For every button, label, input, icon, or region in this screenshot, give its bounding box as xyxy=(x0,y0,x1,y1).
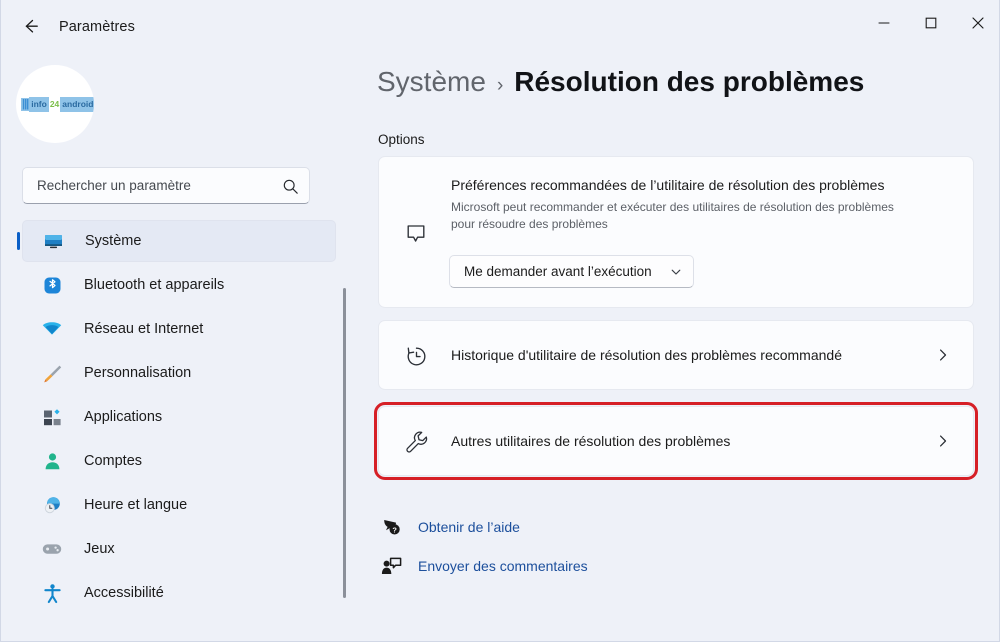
card-troubleshooter-history[interactable]: Historique d'utilitaire de résolution de… xyxy=(378,320,974,390)
breadcrumb-parent[interactable]: Système xyxy=(377,66,486,98)
wrench-icon xyxy=(401,427,431,457)
wifi-icon xyxy=(40,318,64,340)
close-icon xyxy=(971,17,984,29)
gamepad-icon xyxy=(40,538,64,560)
card-other-troubleshooters[interactable]: Autres utilitaires de résolution des pro… xyxy=(374,402,978,480)
feedback-icon xyxy=(378,555,404,577)
avatar-logo-android: android xyxy=(60,96,94,112)
sidebar-item-personnalisation[interactable]: Personnalisation xyxy=(22,352,336,394)
sidebar-item-label: Bluetooth et appareils xyxy=(84,277,225,293)
back-button[interactable] xyxy=(13,12,49,40)
paintbrush-icon xyxy=(40,363,64,384)
clock-globe-icon xyxy=(40,495,64,516)
bluetooth-icon xyxy=(40,275,64,296)
main-content: Système › Résolution des problèmes Optio… xyxy=(353,48,999,641)
maximize-icon xyxy=(925,17,936,29)
sidebar-item-label: Comptes xyxy=(84,453,143,469)
search-box[interactable] xyxy=(22,167,310,204)
help-bubble-icon: ? xyxy=(378,516,404,538)
sidebar-item-reseau[interactable]: Réseau et Internet xyxy=(22,308,336,350)
sidebar-item-label: Personnalisation xyxy=(84,365,192,381)
search-input[interactable] xyxy=(35,177,279,194)
avatar-logo-info: info xyxy=(29,96,49,112)
sidebar-item-label: Applications xyxy=(84,409,163,425)
sidebar-scrollbar[interactable] xyxy=(343,288,346,598)
window-controls xyxy=(860,0,999,46)
sidebar-item-heure[interactable]: Heure et langue xyxy=(22,484,336,526)
avatar-logo: ||| info 24 android xyxy=(21,96,94,112)
minimize-icon xyxy=(877,22,890,24)
footer-links: ? Obtenir de l’aide Envoyer des commenta… xyxy=(378,512,778,590)
link-get-help[interactable]: ? Obtenir de l’aide xyxy=(378,512,520,542)
minimize-button[interactable] xyxy=(860,0,907,46)
troubleshooter-preference-dropdown[interactable]: Me demander avant l’exécution xyxy=(449,255,694,288)
avatar-logo-mid: 24 xyxy=(48,97,61,111)
avatar[interactable]: ||| info 24 android xyxy=(16,65,94,143)
section-label-options: Options xyxy=(378,132,425,147)
arrow-left-icon xyxy=(25,19,38,33)
sidebar-item-jeux[interactable]: Jeux xyxy=(22,528,336,570)
sidebar-item-accessibilite[interactable]: Accessibilité xyxy=(22,572,336,614)
breadcrumb-separator: › xyxy=(496,75,504,96)
link-send-feedback[interactable]: Envoyer des commentaires xyxy=(378,551,588,581)
apps-icon xyxy=(40,407,64,428)
card-recommended-preferences: Préférences recommandées de l’utilitaire… xyxy=(378,156,974,308)
card-title: Historique d'utilitaire de résolution de… xyxy=(451,347,842,363)
svg-text:?: ? xyxy=(392,525,397,534)
link-label: Obtenir de l’aide xyxy=(418,519,520,535)
chevron-right-icon xyxy=(935,347,951,363)
dropdown-selected-value: Me demander avant l’exécution xyxy=(464,264,652,279)
sidebar-item-label: Accessibilité xyxy=(84,585,164,601)
app-title: Paramètres xyxy=(59,19,135,35)
sidebar-item-systeme[interactable]: Système xyxy=(17,220,336,262)
card-title: Autres utilitaires de résolution des pro… xyxy=(451,433,731,449)
avatar-logo-bars: ||| xyxy=(21,97,29,111)
sidebar-item-label: Système xyxy=(85,233,142,249)
sidebar-item-label: Heure et langue xyxy=(84,497,188,513)
callout-bubble-icon xyxy=(401,219,431,249)
sidebar: ||| info 24 android Rechercher un paramè… xyxy=(1,48,353,641)
sidebar-nav: Système Bluetooth et appareils Réseau et… xyxy=(1,220,353,641)
page-title: Résolution des problèmes xyxy=(514,66,865,97)
settings-window: Paramètres ||| info 24 android Recherche… xyxy=(0,0,1000,642)
title-bar: Paramètres xyxy=(1,0,999,48)
sidebar-item-label: Réseau et Internet xyxy=(84,321,204,337)
search-icon xyxy=(281,177,299,195)
monitor-icon xyxy=(41,231,65,252)
card-description: Microsoft peut recommander et exécuter d… xyxy=(451,200,894,231)
sidebar-item-comptes[interactable]: Comptes xyxy=(22,440,336,482)
close-button[interactable] xyxy=(954,0,999,46)
sidebar-item-applications[interactable]: Applications xyxy=(22,396,336,438)
maximize-button[interactable] xyxy=(907,0,954,46)
person-icon xyxy=(40,451,64,472)
card-title: Préférences recommandées de l’utilitaire… xyxy=(451,177,885,193)
sidebar-item-bluetooth[interactable]: Bluetooth et appareils xyxy=(22,264,336,306)
history-icon xyxy=(401,341,431,371)
chevron-right-icon xyxy=(935,433,951,449)
accessibility-icon xyxy=(40,583,64,604)
link-label: Envoyer des commentaires xyxy=(418,558,588,574)
chevron-down-icon xyxy=(670,266,682,278)
sidebar-item-label: Jeux xyxy=(84,541,115,557)
breadcrumb: Système › Résolution des problèmes xyxy=(377,66,864,98)
